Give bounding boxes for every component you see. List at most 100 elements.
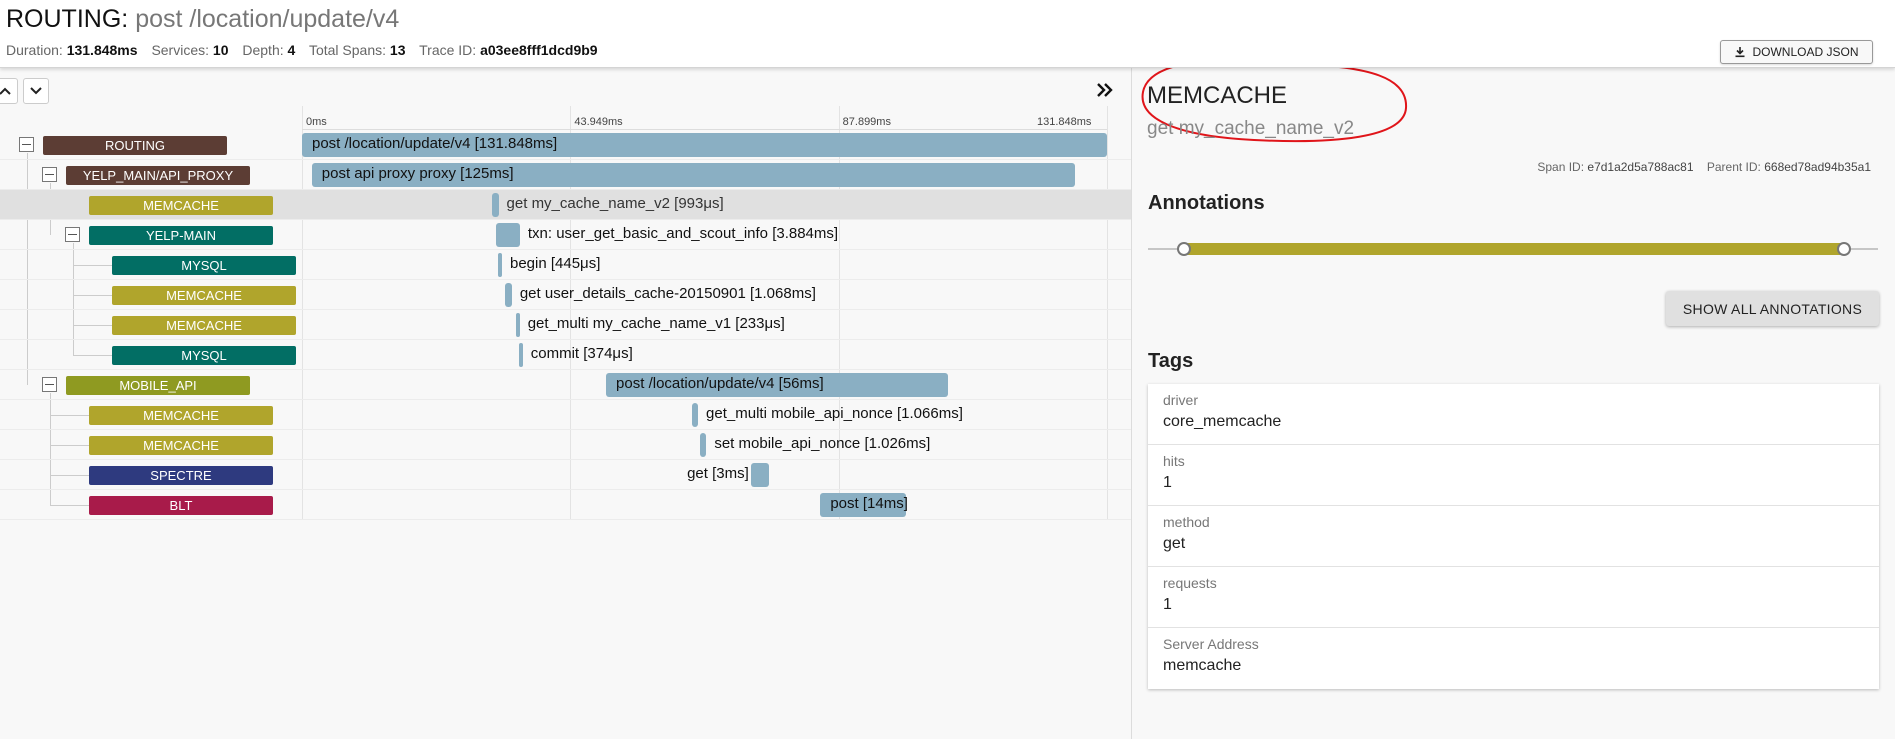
total-spans-label: Total Spans: [308,42,387,58]
tag-key: requests [1163,575,1217,591]
span-detail-pane: MEMCACHE get my_cache_name_v2 Span ID: e… [1132,57,1895,739]
span-row[interactable]: MYSQL commit [374μs] [0,340,1131,370]
show-all-annotations-button[interactable]: SHOW ALL ANNOTATIONS [1666,291,1879,326]
span-bar[interactable] [691,403,699,427]
span-bar-label: post /location/update/v4 [56ms] [616,375,824,392]
tag-value: get [1163,535,1186,552]
span-bar[interactable] [496,223,520,247]
time-tick-label: 87.899ms [842,116,891,128]
prev-span-button[interactable] [0,78,18,104]
services-label: Services: [151,42,210,58]
span-bar[interactable] [518,343,523,367]
page-title: ROUTING: post /location/update/v4 [6,4,399,34]
span-bar[interactable] [492,193,499,217]
span-row[interactable]: MEMCACHE set mobile_api_nonce [1.026ms] [0,430,1131,460]
detail-span-name: get my_cache_name_v2 [1147,118,1355,139]
root-span-name: post /location/update/v4 [135,5,400,33]
span-row[interactable]: MEMCACHE get user_details_cache-20150901 … [0,280,1131,310]
parent-id-label: Parent ID: [1706,160,1761,174]
service-badge: ROUTING [43,136,227,155]
tag-key: driver [1163,392,1199,408]
span-bar-label: commit [374μs] [530,345,633,362]
depth-label: Depth: [242,42,284,58]
collapse-toggle[interactable] [19,137,34,152]
duration-label: Duration: [6,42,63,58]
span-row[interactable]: MEMCACHE get_multi mobile_api_nonce [1.06… [0,400,1131,430]
tag-row: method get [1148,506,1879,567]
tag-row: driver core_memcache [1148,384,1879,445]
service-badge: MEMCACHE [112,316,296,335]
service-badge: MEMCACHE [89,436,273,455]
root-service-name: ROUTING [6,5,122,33]
span-row[interactable]: SPECTRE get [3ms] [0,460,1131,490]
parent-id-value: 668ed78ad94b35a1 [1764,160,1871,174]
tags-title: Tags [1148,350,1194,372]
span-row[interactable]: MOBILE_API post /location/update/v4 [56ms… [0,370,1131,400]
span-bar[interactable] [700,433,707,457]
chevron-down-icon [30,87,42,95]
download-icon [1735,47,1745,58]
time-tick-label: 43.949ms [574,116,623,128]
total-spans-value: 13 [389,42,406,58]
span-bar[interactable] [515,313,520,337]
span-row[interactable]: YELP-MAIN txn: user_get_basic_and_scout_i… [0,220,1131,250]
span-bar-label: post [14ms] [830,495,908,512]
tag-value: 1 [1163,474,1172,491]
span-bar-label: get_multi my_cache_name_v1 [233μs] [527,315,785,332]
span-row[interactable]: ROUTING post /location/update/v4 [131.848… [0,130,1131,160]
annotation-range [1184,243,1844,255]
service-badge: YELP-MAIN [89,226,273,245]
tag-row: requests 1 [1148,567,1879,628]
span-bar-label: get_multi mobile_api_nonce [1.066ms] [706,405,963,422]
annotation-end-marker[interactable] [1837,242,1851,256]
span-row[interactable]: MYSQL begin [445μs] [0,250,1131,280]
service-badge: MEMCACHE [89,196,273,215]
service-badge: SPECTRE [89,466,273,485]
tag-key: hits [1163,453,1185,469]
annotations-title: Annotations [1148,192,1265,214]
tag-value: 1 [1163,596,1172,613]
service-badge: MYSQL [112,256,296,275]
span-bar-label: begin [445μs] [509,255,601,272]
tag-row: hits 1 [1148,445,1879,506]
double-chevron-right-icon[interactable] [1095,80,1115,100]
span-row[interactable]: MEMCACHE get my_cache_name_v2 [993μs] [0,190,1131,220]
span-row[interactable]: MEMCACHE get_multi my_cache_name_v1 [233μ… [0,310,1131,340]
span-id-label: Span ID: [1537,160,1585,174]
collapse-toggle[interactable] [65,227,80,242]
trace-id-value: a03ee8fff1dcd9b9 [480,42,598,58]
chevron-up-icon [0,87,11,95]
service-badge: MEMCACHE [89,406,273,425]
span-bar-label: get my_cache_name_v2 [993μs] [506,195,724,212]
collapse-toggle[interactable] [42,167,57,182]
trace-id-label: Trace ID: [419,42,477,58]
span-bar[interactable] [497,253,502,277]
title-separator: : [121,5,129,33]
span-row[interactable]: YELP_MAIN/API_PROXY post api proxy proxy … [0,160,1131,190]
span-bar[interactable] [505,283,512,307]
annotation-start-marker[interactable] [1177,242,1191,256]
row-divider [0,519,1131,520]
depth-value: 4 [287,42,296,58]
span-id-value: e7d1a2d5a788ac81 [1587,160,1694,174]
detail-service-name: MEMCACHE [1147,82,1288,109]
tag-key: Server Address [1163,636,1259,652]
span-ids: Span ID: e7d1a2d5a788ac81 Parent ID: 668… [1537,160,1871,174]
next-span-button[interactable] [23,78,49,104]
collapse-toggle[interactable] [42,377,57,392]
tag-key: method [1163,514,1210,530]
download-json-label: DOWNLOAD JSON [1752,45,1859,59]
download-json-button[interactable]: DOWNLOAD JSON [1720,40,1873,64]
tag-row: Server Address memcache [1148,628,1879,689]
span-bar-label: post api proxy proxy [125ms] [321,165,514,182]
span-row[interactable]: BLT post [14ms] [0,490,1131,520]
span-bar[interactable] [750,463,770,487]
services-value: 10 [212,42,229,58]
service-badge: BLT [89,496,273,515]
trace-summary: Duration: 131.848ms Services: 10 Depth: … [6,42,608,58]
tags-list: driver core_memcachehits 1 method get request… [1148,384,1879,689]
time-tick-label: 131.848ms [1037,116,1092,128]
tag-value: core_memcache [1163,413,1282,430]
span-bar-label: set mobile_api_nonce [1.026ms] [714,435,931,452]
time-tick-label: 0ms [306,116,327,128]
